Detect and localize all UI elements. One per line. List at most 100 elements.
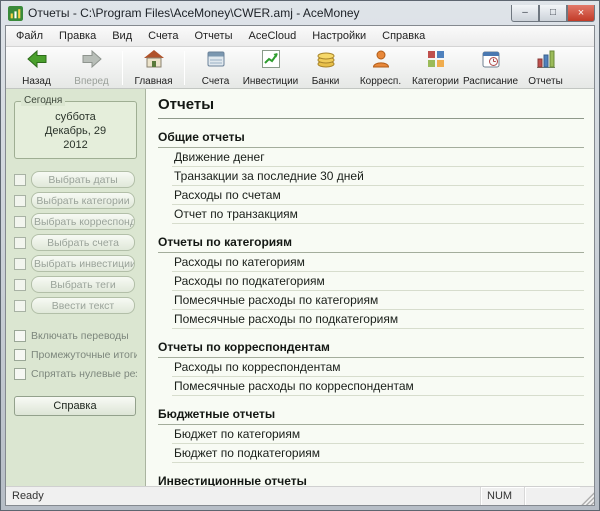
- include-transfers-option: Включать переводы: [14, 330, 137, 342]
- window-controls: – □ ×: [511, 5, 595, 22]
- toolbar-home[interactable]: Главная: [126, 48, 181, 88]
- page-title: Отчеты: [158, 96, 584, 119]
- menu-view[interactable]: Вид: [104, 27, 140, 45]
- window-title: Отчеты - C:\Program Files\AceMoney\CWER.…: [28, 6, 506, 20]
- today-panel-label: Сегодня: [21, 95, 65, 106]
- report-link[interactable]: Помесячные расходы по корреспондентам: [172, 377, 584, 396]
- back-icon: [26, 48, 48, 75]
- menu-acecloud[interactable]: AceCloud: [241, 27, 305, 45]
- statusbar: Ready NUM: [6, 486, 594, 505]
- toolbar-back[interactable]: Назад: [9, 48, 64, 88]
- select-investments-button[interactable]: Выбрать инвестиции: [31, 255, 135, 272]
- toolbar-categories[interactable]: Категории: [408, 48, 463, 88]
- status-cell-empty: [524, 487, 580, 505]
- filter-row: Выбрать счета: [14, 234, 137, 251]
- report-link[interactable]: Отчет по транзакциям: [172, 205, 584, 224]
- report-link[interactable]: Помесячные расходы по подкатегориям: [172, 310, 584, 329]
- today-weekday: суббота: [17, 110, 134, 124]
- subtotals-option: Промежуточные итоги: [14, 349, 137, 361]
- titlebar: Отчеты - C:\Program Files\AceMoney\CWER.…: [1, 1, 599, 25]
- maximize-button[interactable]: □: [539, 5, 567, 22]
- select-categories-button[interactable]: Выбрать категории: [31, 192, 135, 209]
- report-link[interactable]: Бюджет по категориям: [172, 425, 584, 444]
- filter-row: Ввести текст: [14, 297, 137, 314]
- help-button[interactable]: Справка: [14, 396, 136, 416]
- forward-icon: [81, 48, 103, 75]
- accounts-filter-checkbox[interactable]: [14, 237, 26, 249]
- toolbar-payees[interactable]: Корресп.: [353, 48, 408, 88]
- toolbar-investments[interactable]: Инвестиции: [243, 48, 298, 88]
- home-icon: [143, 48, 165, 75]
- report-link[interactable]: Движение денег: [172, 148, 584, 167]
- menu-help[interactable]: Справка: [374, 27, 433, 45]
- num-lock-indicator: NUM: [480, 487, 524, 505]
- toolbar-reports[interactable]: Отчеты: [518, 48, 573, 88]
- toolbar-schedule[interactable]: Расписание: [463, 48, 518, 88]
- report-link[interactable]: Расходы по категориям: [172, 253, 584, 272]
- dates-filter-checkbox[interactable]: [14, 174, 26, 186]
- accounts-icon: [205, 48, 227, 75]
- app-icon: [8, 6, 23, 21]
- report-link[interactable]: Транзакции за последние 30 дней: [172, 167, 584, 186]
- today-date: Декабрь, 29: [17, 124, 134, 138]
- status-text: Ready: [6, 490, 480, 502]
- report-link[interactable]: Помесячные расходы по категориям: [172, 291, 584, 310]
- filter-row: Выбрать категории: [14, 192, 137, 209]
- section-heading-payees: Отчеты по корреспондентам: [158, 338, 584, 358]
- categories-icon: [425, 48, 447, 75]
- toolbar-banks[interactable]: Банки: [298, 48, 353, 88]
- banks-icon: [315, 48, 337, 75]
- menu-accounts[interactable]: Счета: [140, 27, 186, 45]
- enter-text-button[interactable]: Ввести текст: [31, 297, 135, 314]
- categories-filter-checkbox[interactable]: [14, 195, 26, 207]
- select-payees-button[interactable]: Выбрать корреспондентов: [31, 213, 135, 230]
- select-accounts-button[interactable]: Выбрать счета: [31, 234, 135, 251]
- menu-reports[interactable]: Отчеты: [186, 27, 240, 45]
- menu-options[interactable]: Настройки: [304, 27, 374, 45]
- investments-filter-checkbox[interactable]: [14, 258, 26, 270]
- section-heading-budget: Бюджетные отчеты: [158, 405, 584, 425]
- toolbar-forward[interactable]: Вперед: [64, 48, 119, 88]
- toolbar-separator: [122, 51, 123, 85]
- report-link[interactable]: Расходы по подкатегориям: [172, 272, 584, 291]
- report-link[interactable]: Бюджет по подкатегориям: [172, 444, 584, 463]
- include-transfers-checkbox[interactable]: [14, 330, 26, 342]
- minimize-button[interactable]: –: [511, 5, 539, 22]
- filter-row: Выбрать корреспондентов: [14, 213, 137, 230]
- menu-file[interactable]: Файл: [8, 27, 51, 45]
- sidebar: Сегодня суббота Декабрь, 29 2012 Выбрать…: [6, 89, 146, 486]
- tags-filter-checkbox[interactable]: [14, 279, 26, 291]
- menubar: Файл Правка Вид Счета Отчеты AceCloud На…: [6, 26, 594, 47]
- reports-panel: Отчеты Общие отчеты Движение денег Транз…: [146, 89, 594, 486]
- select-dates-button[interactable]: Выбрать даты: [31, 171, 135, 188]
- text-filter-checkbox[interactable]: [14, 300, 26, 312]
- filter-row: Выбрать теги: [14, 276, 137, 293]
- today-panel: Сегодня суббота Декабрь, 29 2012: [14, 101, 137, 159]
- option-checkbox-list: Включать переводы Промежуточные итоги Сп…: [14, 330, 137, 380]
- filter-row: Выбрать даты: [14, 171, 137, 188]
- section-heading-investments: Инвестиционные отчеты: [158, 472, 584, 486]
- report-link[interactable]: Расходы по счетам: [172, 186, 584, 205]
- hide-zero-results-checkbox[interactable]: [14, 368, 26, 380]
- section-heading-general: Общие отчеты: [158, 128, 584, 148]
- menu-edit[interactable]: Правка: [51, 27, 104, 45]
- today-year: 2012: [17, 138, 134, 152]
- select-tags-button[interactable]: Выбрать теги: [31, 276, 135, 293]
- payees-filter-checkbox[interactable]: [14, 216, 26, 228]
- toolbar-accounts[interactable]: Счета: [188, 48, 243, 88]
- content-area: Сегодня суббота Декабрь, 29 2012 Выбрать…: [6, 89, 594, 486]
- acemoney-window: Отчеты - C:\Program Files\AceMoney\CWER.…: [0, 0, 600, 511]
- filter-row: Выбрать инвестиции: [14, 255, 137, 272]
- subtotals-checkbox[interactable]: [14, 349, 26, 361]
- close-button[interactable]: ×: [567, 5, 595, 22]
- toolbar-separator: [184, 51, 185, 85]
- payees-icon: [370, 48, 392, 75]
- report-link[interactable]: Расходы по корреспондентам: [172, 358, 584, 377]
- resize-grip[interactable]: [580, 487, 594, 505]
- investments-icon: [260, 48, 282, 75]
- reports-icon: [535, 48, 557, 75]
- filter-list: Выбрать даты Выбрать категории Выбрать к…: [14, 171, 137, 314]
- toolbar: Назад Вперед Главная Счета Инвестиции: [6, 47, 594, 89]
- schedule-icon: [480, 48, 502, 75]
- section-heading-categories: Отчеты по категориям: [158, 233, 584, 253]
